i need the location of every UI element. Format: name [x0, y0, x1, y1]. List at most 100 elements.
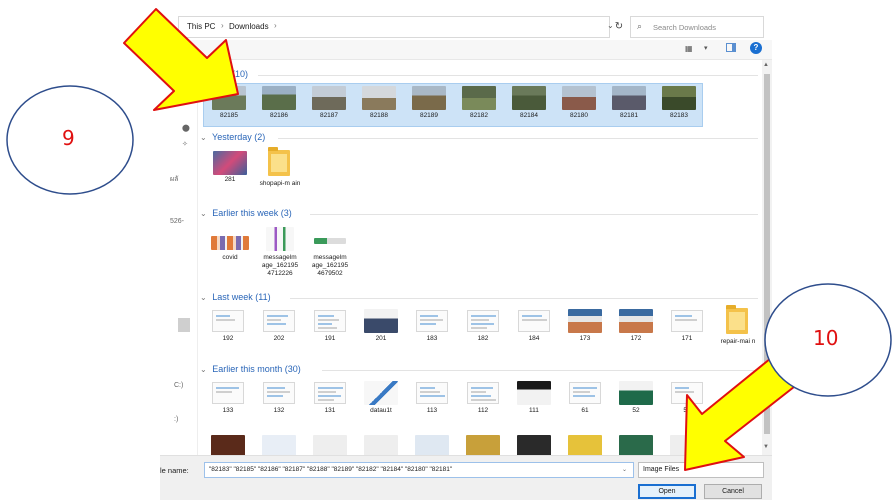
file-tile[interactable]: 113	[408, 378, 456, 422]
file-tile[interactable]	[204, 432, 252, 455]
file-tile[interactable]	[612, 432, 660, 455]
file-tile[interactable]: 281	[206, 148, 254, 192]
image-thumbnail	[512, 86, 546, 110]
file-tile[interactable]: 131	[306, 378, 354, 422]
help-icon[interactable]: ?	[750, 42, 762, 54]
file-tile[interactable]	[663, 432, 711, 455]
chevron-down-icon: ⌄	[200, 209, 207, 218]
file-tile[interactable]: 112	[459, 378, 507, 422]
file-tile[interactable]	[255, 432, 303, 455]
file-tile[interactable]	[357, 432, 405, 455]
document-thumbnail	[671, 382, 703, 404]
cancel-button[interactable]: Cancel	[704, 484, 762, 499]
group-header-earlier-this-month[interactable]: ⌄ Earlier this month (30)	[200, 364, 301, 378]
nav-item[interactable]	[178, 318, 190, 332]
file-tile[interactable]: 82183	[655, 83, 703, 127]
file-tile[interactable]	[510, 432, 558, 455]
document-thumbnail	[416, 310, 448, 332]
folder-icon	[726, 305, 748, 334]
address-bar[interactable]: This PC › Downloads › ⌄	[178, 16, 614, 38]
annotation-label-9: 9	[62, 126, 75, 150]
view-options-icon[interactable]: ▦	[685, 44, 693, 53]
file-tile[interactable]: datau1t	[357, 378, 405, 422]
image-thumbnail	[262, 86, 296, 110]
breadcrumb-this-pc[interactable]: This PC	[187, 22, 215, 31]
file-tile[interactable]: 82189	[405, 83, 453, 127]
refresh-icon[interactable]: ↻	[608, 16, 630, 38]
navigation-pane[interactable]: ⬤ ✧ ผลั 526- C:) :)	[160, 60, 198, 455]
file-tile[interactable]: 191	[306, 306, 354, 350]
file-tile[interactable]: 61	[561, 378, 609, 422]
chevron-down-icon: ⌄	[200, 133, 207, 142]
group-header-last-week[interactable]: ⌄ Last week (11)	[200, 292, 271, 306]
file-tile[interactable]: messagelm age_162195 4712226	[256, 224, 304, 277]
file-tile[interactable]: 202	[255, 306, 303, 350]
scroll-up-icon[interactable]: ▲	[763, 62, 769, 68]
file-tile[interactable]: 132	[255, 378, 303, 422]
file-tile[interactable]: messagelm age_162195 4679502	[306, 224, 354, 277]
document-thumbnail	[212, 310, 244, 332]
nav-item[interactable]: ✧	[182, 140, 188, 148]
scrollbar-thumb[interactable]	[764, 74, 770, 434]
file-tile[interactable]: 82188	[355, 83, 403, 127]
nav-item[interactable]: :)	[174, 416, 178, 423]
file-tile[interactable]: 82182	[455, 83, 503, 127]
toolbar: ▦ ▾ ?	[160, 40, 772, 60]
group-header-earlier-this-week[interactable]: ⌄ Earlier this week (3)	[200, 208, 292, 222]
file-tile[interactable]	[459, 432, 507, 455]
nav-item[interactable]: ผลั	[170, 174, 178, 185]
file-tile[interactable]: 111	[510, 378, 558, 422]
document-thumbnail	[467, 310, 499, 332]
image-thumbnail	[415, 435, 449, 455]
filename-input[interactable]: "82183" "82185" "82186" "82187" "82188" …	[204, 462, 634, 478]
file-tile[interactable]: 82181	[605, 83, 653, 127]
file-tile[interactable]	[306, 432, 354, 455]
file-tile[interactable]: 183	[408, 306, 456, 350]
file-tile[interactable]: 82186	[255, 83, 303, 127]
file-tile[interactable]: 201	[357, 306, 405, 350]
file-tile[interactable]: 82185	[205, 83, 253, 127]
file-tile[interactable]	[561, 432, 609, 455]
file-tile[interactable]: 172	[612, 306, 660, 350]
image-thumbnail	[314, 238, 346, 244]
vertical-scrollbar[interactable]: ▲ ▼	[762, 60, 772, 455]
file-tile[interactable]: 184	[510, 306, 558, 350]
image-thumbnail	[612, 86, 646, 110]
file-tile[interactable]: covid	[206, 228, 254, 272]
view-dropdown-icon[interactable]: ▾	[704, 44, 708, 52]
file-tile[interactable]: 51	[663, 378, 711, 422]
nav-item[interactable]: C:)	[174, 382, 183, 389]
file-tile[interactable]: 173	[561, 306, 609, 350]
file-tile[interactable]	[408, 432, 456, 455]
file-tile[interactable]: 82187	[305, 83, 353, 127]
nav-item[interactable]: ⬤	[182, 124, 190, 132]
folder-tile[interactable]: repair-mai n	[714, 305, 762, 350]
file-tile[interactable]: 82184	[505, 83, 553, 127]
file-list[interactable]: (10) 82185 82186 82187 82188 82189 82182 82184…	[200, 60, 762, 455]
file-tile[interactable]: 82180	[555, 83, 603, 127]
group-header-today[interactable]: (10)	[232, 69, 248, 83]
search-placeholder: Search Downloads	[653, 23, 716, 32]
breadcrumb-downloads[interactable]: Downloads	[229, 22, 269, 31]
scroll-down-icon[interactable]: ▼	[763, 444, 769, 450]
file-open-dialog: This PC › Downloads › ⌄ ↻ ⌕ Search Downl…	[160, 0, 772, 500]
image-thumbnail	[364, 435, 398, 455]
image-thumbnail	[362, 86, 396, 110]
filename-dropdown-icon[interactable]: ⌄	[622, 466, 627, 473]
file-tile[interactable]: 171	[663, 306, 711, 350]
open-button[interactable]: Open	[638, 484, 696, 499]
search-icon: ⌕	[637, 21, 643, 31]
file-tile[interactable]: 182	[459, 306, 507, 350]
file-tile[interactable]: 133	[204, 378, 252, 422]
file-tile[interactable]: 192	[204, 306, 252, 350]
search-input[interactable]: ⌕ Search Downloads	[630, 16, 764, 38]
folder-tile[interactable]: shopapi-m ain	[256, 147, 304, 192]
file-name: 82183	[669, 112, 689, 119]
group-title: (10)	[232, 69, 249, 79]
preview-pane-icon[interactable]	[726, 43, 736, 52]
document-thumbnail	[263, 310, 295, 332]
group-header-yesterday[interactable]: ⌄ Yesterday (2)	[200, 132, 265, 146]
file-tile[interactable]: 52	[612, 378, 660, 422]
nav-item[interactable]: 526-	[170, 218, 184, 225]
file-type-select[interactable]: Image Files	[638, 462, 764, 478]
